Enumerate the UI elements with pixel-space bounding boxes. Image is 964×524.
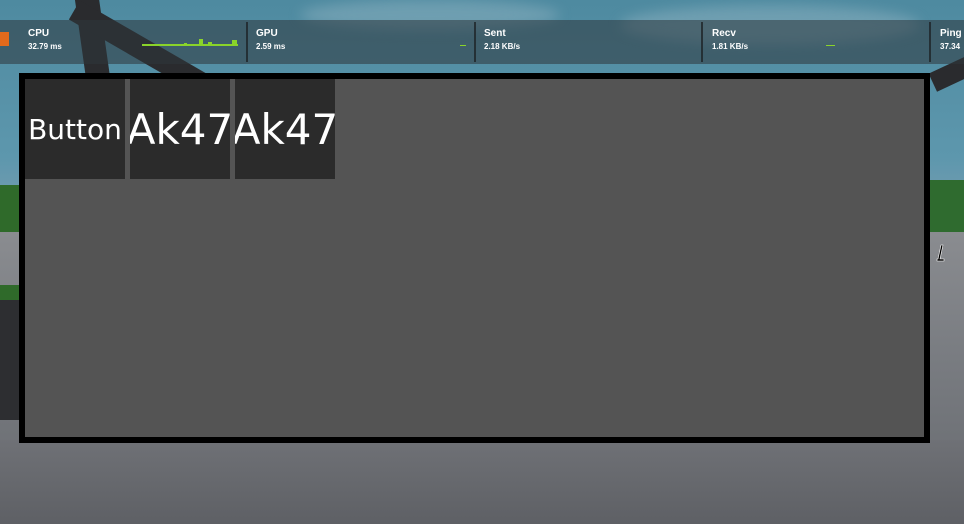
stat-gpu[interactable]: GPU 2.59 ms — [256, 20, 456, 64]
cpu-graph — [142, 39, 238, 46]
stat-ping-value: 37.34 — [940, 42, 961, 51]
stat-sent-label: Sent — [484, 28, 506, 39]
stat-recv-value: 1.81 KB/s — [712, 42, 749, 51]
stat-cpu-value: 32.79 ms — [28, 42, 62, 51]
stat-recv-label: Recv — [712, 28, 736, 39]
inventory-slot-label: Ak47 — [235, 104, 335, 154]
stat-ping-label: Ping — [940, 28, 962, 39]
text-cursor-icon — [936, 244, 945, 262]
stat-cpu-label: CPU — [28, 28, 50, 39]
ground-terrain — [0, 440, 964, 524]
stat-sent-value: 2.18 KB/s — [484, 42, 521, 51]
recv-graph — [826, 45, 835, 46]
inventory-slot-label: Button — [28, 112, 122, 146]
cpu-graph-bar — [199, 39, 203, 46]
stats-divider — [701, 22, 703, 62]
inventory-slot-label: Ak47 — [130, 104, 230, 154]
cpu-graph-bar — [208, 42, 212, 46]
stats-indicator — [0, 32, 9, 46]
grass-terrain — [925, 180, 964, 240]
recv-graph-baseline — [826, 45, 835, 46]
cpu-graph-bar — [184, 43, 187, 46]
stat-gpu-label: GPU — [256, 28, 278, 39]
inventory-slot-button[interactable]: Button — [25, 79, 125, 179]
cpu-graph-bar — [232, 40, 237, 46]
gpu-graph-baseline — [460, 45, 466, 46]
stat-gpu-value: 2.59 ms — [256, 42, 286, 51]
inventory-slot-ak47[interactable]: Ak47 — [235, 79, 335, 179]
cpu-graph-baseline — [142, 44, 238, 46]
stat-recv[interactable]: Recv 1.81 KB/s — [712, 20, 912, 64]
stats-divider — [474, 22, 476, 62]
gpu-graph — [460, 45, 466, 46]
inventory-slot-ak47[interactable]: Ak47 — [130, 79, 230, 179]
stats-divider — [929, 22, 931, 62]
stat-sent[interactable]: Sent 2.18 KB/s — [484, 20, 684, 64]
stat-ping[interactable]: Ping 37.34 — [940, 20, 964, 64]
stats-divider — [246, 22, 248, 62]
